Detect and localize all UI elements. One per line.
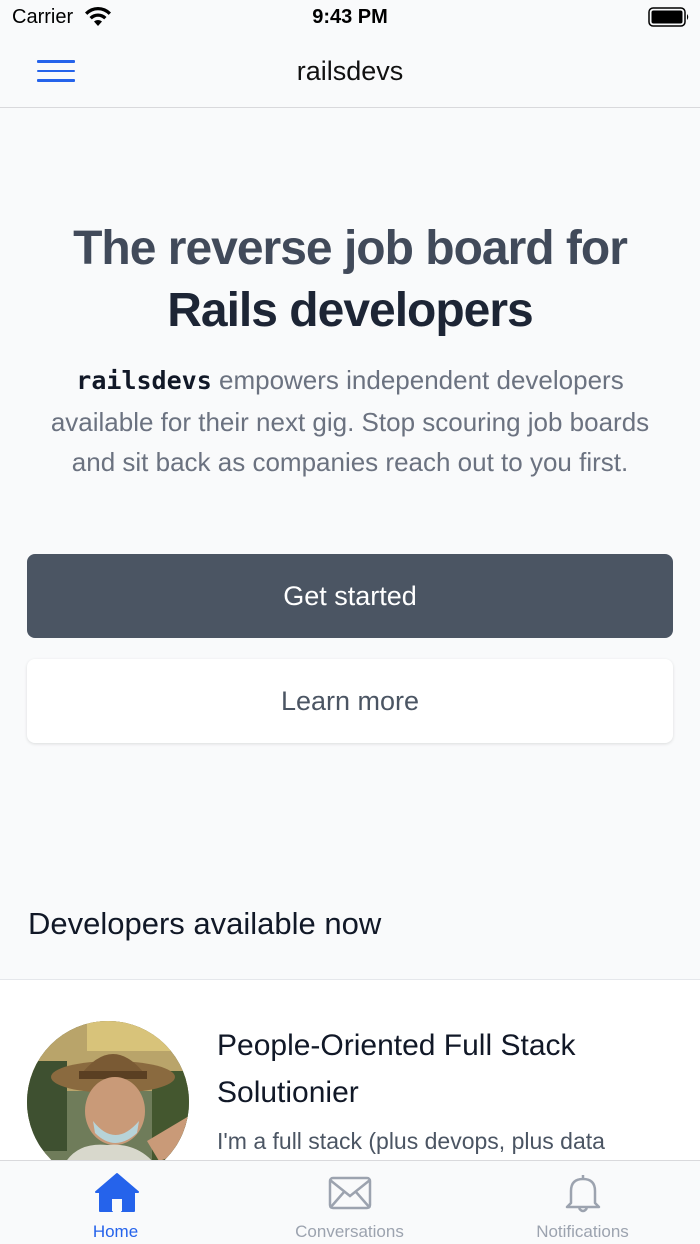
battery-icon <box>648 7 689 27</box>
bell-icon <box>565 1175 600 1213</box>
developer-bio: I'm a full stack (plus devops, plus data <box>217 1128 605 1154</box>
tab-conversations[interactable]: Conversations <box>233 1161 466 1244</box>
navigation-bar: railsdevs <box>0 36 700 108</box>
envelope-icon <box>328 1176 371 1210</box>
tab-home[interactable]: Home <box>0 1161 233 1244</box>
tab-notifications-label: Notifications <box>536 1222 629 1241</box>
app-title: railsdevs <box>296 56 404 86</box>
hero-title-line-2: Rails developers <box>167 284 534 337</box>
avatar <box>27 1021 189 1160</box>
hero-title-line-1: The reverse job board for <box>73 222 628 275</box>
brand-name: railsdevs <box>76 366 212 395</box>
hero-description: railsdevs empowers independent developer… <box>40 360 660 483</box>
hero-title: The reverse job board for Rails develope… <box>20 218 680 342</box>
section-title: Developers available now <box>28 906 382 941</box>
avatar-photo <box>27 1021 189 1160</box>
clock: 9:43 PM <box>312 6 388 28</box>
get-started-button[interactable]: Get started <box>27 554 673 638</box>
tab-bar: Home Conversations Notifications <box>0 1160 700 1244</box>
developer-card[interactable]: People-Oriented Full Stack Solutionier I… <box>0 979 700 1160</box>
tab-conversations-label: Conversations <box>295 1222 404 1241</box>
developer-title: People-Oriented Full Stack Solutionier <box>217 1029 576 1109</box>
status-bar: Carrier 9:43 PM <box>0 0 700 36</box>
home-icon <box>94 1173 139 1212</box>
tab-notifications[interactable]: Notifications <box>466 1161 699 1244</box>
tab-home-label: Home <box>92 1222 139 1241</box>
learn-more-button[interactable]: Learn more <box>27 659 673 743</box>
